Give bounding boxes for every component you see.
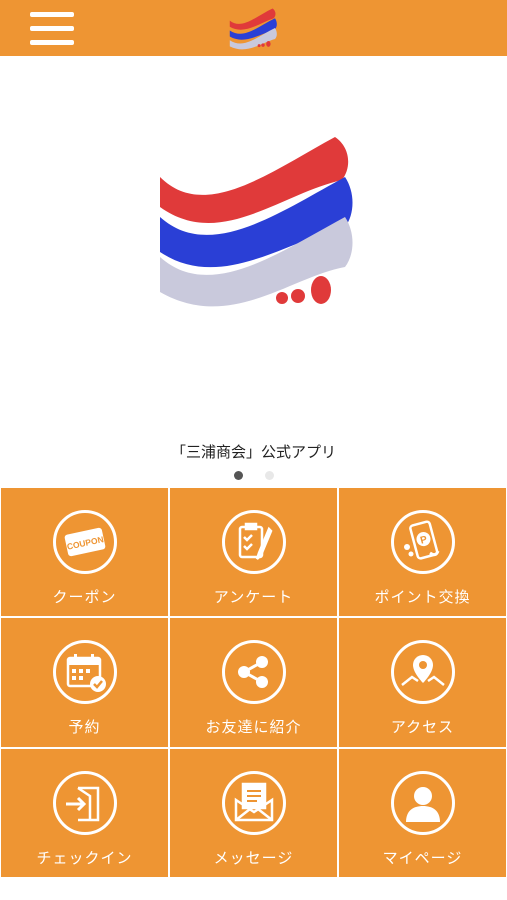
carousel-dots: [0, 471, 507, 480]
menu-label: メッセージ: [213, 848, 294, 867]
menu-grid: COUPON クーポン アンケート P ポイント交換 予約 お友達に紹介 アクセ…: [0, 488, 507, 877]
hamburger-icon[interactable]: [30, 12, 74, 46]
point-exchange-phone-icon: P: [390, 510, 455, 574]
menu-tile-access[interactable]: アクセス: [339, 618, 506, 747]
menu-label: マイページ: [382, 848, 463, 867]
hero-banner[interactable]: 「三浦商会」公式アプリ: [0, 56, 507, 488]
map-pin-icon: [390, 640, 455, 705]
calendar-check-icon: [52, 640, 117, 705]
hero-logo: [160, 137, 353, 307]
checkin-door-icon: [52, 770, 117, 835]
user-profile-icon: [390, 770, 455, 835]
bottom-spacer: [0, 877, 507, 900]
share-icon: [221, 640, 286, 705]
hero-caption: 「三浦商会」公式アプリ: [170, 443, 336, 461]
message-envelope-icon: [221, 770, 286, 835]
carousel-dot-2[interactable]: [264, 471, 274, 480]
menu-label: クーポン: [52, 588, 117, 606]
menu-label: ポイント交換: [374, 588, 471, 606]
menu-tile-survey[interactable]: アンケート: [170, 488, 337, 617]
menu-label: チェックイン: [36, 848, 133, 867]
app-header: [0, 0, 507, 56]
menu-tile-refer-friend[interactable]: お友達に紹介: [170, 618, 337, 747]
menu-tile-coupon[interactable]: COUPON クーポン: [1, 488, 168, 617]
carousel-dot-1[interactable]: [233, 471, 243, 480]
menu-tile-checkin[interactable]: チェックイン: [1, 748, 168, 877]
menu-label: 予約: [68, 718, 101, 737]
header-logo[interactable]: [227, 6, 279, 50]
menu-label: アクセス: [390, 718, 455, 737]
menu-label: お友達に紹介: [205, 718, 302, 737]
menu-tile-point-exchange[interactable]: P ポイント交換: [339, 488, 506, 617]
menu-tile-my-page[interactable]: マイページ: [339, 748, 506, 877]
survey-clipboard-icon: [221, 510, 286, 574]
menu-tile-reservation[interactable]: 予約: [1, 618, 168, 747]
menu-label: アンケート: [213, 588, 294, 606]
coupon-icon: COUPON: [52, 510, 117, 574]
menu-tile-message[interactable]: メッセージ: [170, 748, 337, 877]
